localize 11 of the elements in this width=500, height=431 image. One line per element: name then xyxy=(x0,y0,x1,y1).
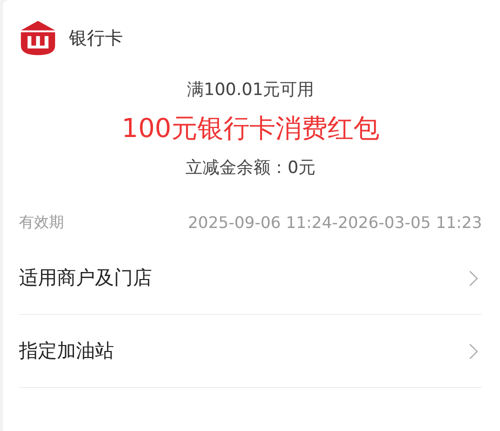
card-type-title: 银行卡 xyxy=(69,27,123,50)
list-item[interactable]: 指定加油站 xyxy=(19,315,482,388)
usage-condition: 满100.01元可用 xyxy=(186,79,314,101)
validity-period: 2025-09-06 11:24-2026-03-05 11:23 xyxy=(188,213,482,232)
validity-label: 有效期 xyxy=(19,213,64,232)
list-item[interactable]: 适用商户及门店 xyxy=(19,242,482,315)
bank-icon xyxy=(19,19,57,57)
balance-text: 立减金余额：0元 xyxy=(186,157,316,179)
coupon-name: 100元银行卡消费红包 xyxy=(122,113,380,146)
chevron-right-icon xyxy=(469,270,478,286)
chevron-right-icon xyxy=(469,342,478,360)
